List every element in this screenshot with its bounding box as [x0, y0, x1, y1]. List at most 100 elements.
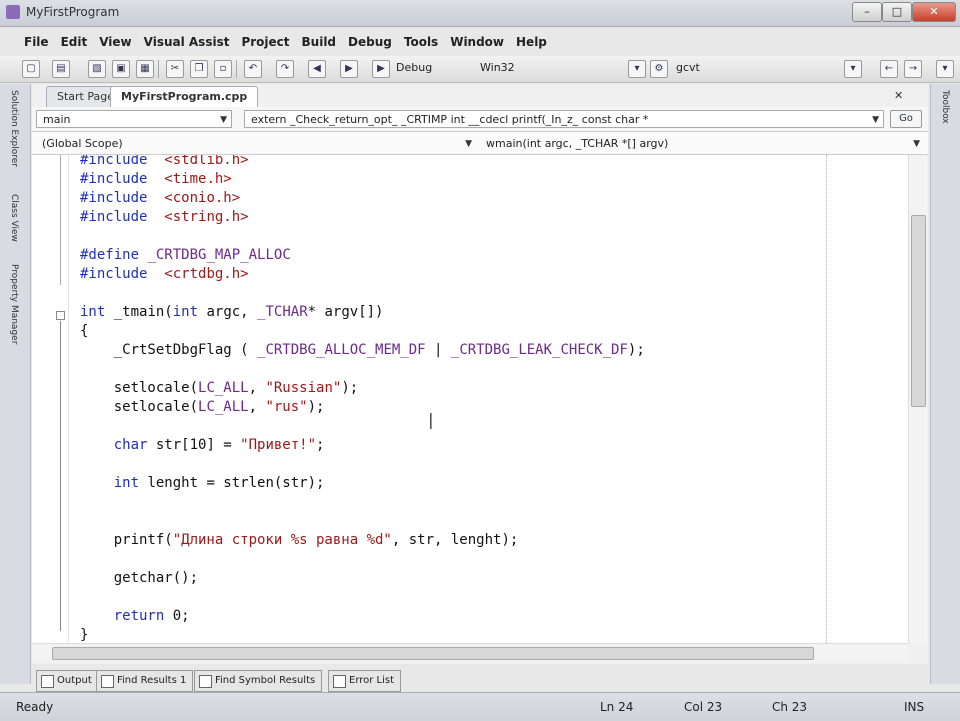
scope-combo[interactable]: main ▼: [36, 110, 232, 128]
code-token: #include: [80, 190, 148, 206]
code-line: int lenght = strlen(str);: [80, 474, 325, 493]
menu-debug[interactable]: Debug: [342, 32, 398, 54]
cut-icon[interactable]: ✂: [166, 60, 184, 78]
go-button[interactable]: Go: [890, 110, 922, 128]
undo-icon[interactable]: ↶: [244, 60, 262, 78]
code-line: #define _CRTDBG_MAP_ALLOC: [80, 246, 291, 265]
navigate-back-icon[interactable]: ◀: [308, 60, 326, 78]
code-token: _CRTDBG_ALLOC_MEM_DF: [257, 342, 426, 358]
output-icon: [41, 675, 54, 688]
menu-help[interactable]: Help: [510, 32, 553, 54]
code-token: LC_ALL: [198, 399, 249, 415]
save-all-icon[interactable]: ▦: [136, 60, 154, 78]
toolbar-separator: [158, 60, 159, 78]
code-token: |: [425, 342, 451, 358]
collapse-toggle[interactable]: [56, 311, 65, 320]
menu-build[interactable]: Build: [296, 32, 343, 54]
code-line: #include <conio.h>: [80, 189, 240, 208]
menu-file[interactable]: File: [18, 32, 55, 54]
chevron-down-icon: ▼: [913, 139, 920, 149]
tab-error-list[interactable]: Error List: [328, 670, 402, 692]
copy-icon[interactable]: ❐: [190, 60, 208, 78]
code-line: {: [80, 322, 88, 341]
class-view-tab[interactable]: Class View: [9, 194, 19, 242]
vertical-scroll-thumb[interactable]: [911, 215, 926, 407]
symbol-combo[interactable]: extern _Check_return_opt_ _CRTIMP int __…: [244, 110, 884, 128]
outline-line: [60, 321, 61, 631]
code-token: str[10] =: [147, 437, 241, 453]
tab-find-symbol-results-label: Find Symbol Results: [215, 675, 316, 686]
horizontal-scrollbar[interactable]: [32, 643, 908, 662]
code-token: _CrtSetDbgFlag (: [80, 342, 258, 358]
find-symbol-icon: [199, 675, 212, 688]
menu-visual-assist[interactable]: Visual Assist: [138, 32, 236, 54]
tab-find-symbol-results[interactable]: Find Symbol Results: [194, 670, 323, 692]
horizontal-scroll-thumb[interactable]: [52, 647, 814, 660]
open-folder-icon[interactable]: ▧: [88, 60, 106, 78]
menu-window[interactable]: Window: [444, 32, 510, 54]
tab-find-results-1[interactable]: Find Results 1: [96, 670, 194, 692]
platform-dropdown-icon[interactable]: ▾: [628, 60, 646, 78]
right-dock-panel: Toolbox: [930, 84, 960, 684]
close-button[interactable]: ✕: [912, 2, 956, 22]
menu-project[interactable]: Project: [235, 32, 295, 54]
code-token: );: [627, 342, 645, 358]
window-title: MyFirstProgram: [26, 5, 120, 19]
menu-view[interactable]: View: [93, 32, 137, 54]
find-dropdown-icon[interactable]: ▾: [844, 60, 862, 78]
navigate-forward-icon[interactable]: ▶: [340, 60, 358, 78]
solution-platform-combo[interactable]: Win32: [476, 60, 630, 76]
start-debugging-icon[interactable]: ▶: [372, 60, 390, 78]
visual-assist-nav-bar: main ▼ extern _Check_return_opt_ _CRTIMP…: [32, 107, 928, 132]
redo-icon[interactable]: ↷: [276, 60, 294, 78]
solution-explorer-tab[interactable]: Solution Explorer: [9, 90, 19, 167]
standard-toolbar: ▢ ▤ ▧ ▣ ▦ ✂ ❐ ▫ ↶ ↷ ◀ ▶ ▶ Debug Win32 ▾ …: [0, 56, 960, 83]
title-bar: MyFirstProgram – □ ✕: [0, 0, 960, 27]
text-cursor-icon: |: [426, 410, 436, 429]
solution-configuration-combo[interactable]: Debug: [392, 60, 466, 76]
add-item-icon[interactable]: ▤: [52, 60, 70, 78]
code-line: #include <string.h>: [80, 208, 249, 227]
code-token: int: [172, 304, 199, 320]
property-manager-tab[interactable]: Property Manager: [9, 264, 19, 344]
code-token: <conio.h>: [164, 190, 241, 206]
minimize-button[interactable]: –: [852, 2, 882, 22]
tab-myfirstprogram-cpp[interactable]: MyFirstProgram.cpp: [110, 86, 259, 107]
status-column: Col 23: [684, 700, 723, 714]
code-line: return 0;: [80, 607, 190, 626]
member-combo[interactable]: wmain(int argc, _TCHAR *[] argv) ▼: [480, 135, 924, 153]
code-token: int: [80, 304, 106, 320]
code-token: setlocale(: [80, 399, 199, 415]
save-icon[interactable]: ▣: [112, 60, 130, 78]
code-token: setlocale(: [80, 380, 199, 396]
close-tab-icon[interactable]: ✕: [894, 89, 903, 102]
member-combo-value: wmain(int argc, _TCHAR *[] argv): [486, 137, 669, 150]
code-token: _TCHAR: [257, 304, 308, 320]
class-combo[interactable]: (Global Scope) ▼: [36, 135, 476, 153]
find-combo[interactable]: gcvt: [672, 60, 846, 76]
code-editor[interactable]: #include <stdlib.h> #include <time.h> #inc…: [32, 155, 908, 643]
tab-output-label: Output: [57, 675, 92, 686]
vertical-scrollbar[interactable]: [908, 155, 927, 643]
code-token: <stdlib.h>: [164, 155, 249, 168]
back-icon[interactable]: ←: [880, 60, 898, 78]
toolbar-options-icon[interactable]: ▾: [936, 60, 954, 78]
maximize-button[interactable]: □: [882, 2, 912, 22]
navigation-bar: (Global Scope) ▼ wmain(int argc, _TCHAR …: [32, 132, 928, 155]
symbol-combo-value: extern _Check_return_opt_ _CRTIMP int __…: [251, 113, 649, 126]
editor-gutter: [32, 155, 69, 643]
tab-error-list-label: Error List: [349, 675, 395, 686]
paste-icon[interactable]: ▫: [214, 60, 232, 78]
code-token: lenght = strlen(str);: [139, 475, 325, 491]
menu-edit[interactable]: Edit: [55, 32, 94, 54]
forward-icon[interactable]: →: [904, 60, 922, 78]
new-project-icon[interactable]: ▢: [22, 60, 40, 78]
code-token: "Длина строки %s равна %d": [172, 532, 392, 548]
menu-tools[interactable]: Tools: [398, 32, 444, 54]
status-line: Ln 24: [600, 700, 634, 714]
code-token: "Russian": [265, 380, 342, 396]
toolbox-tab[interactable]: Toolbox: [940, 90, 950, 124]
tab-output[interactable]: Output: [36, 670, 99, 692]
find-in-files-icon[interactable]: ⚙: [650, 60, 668, 78]
